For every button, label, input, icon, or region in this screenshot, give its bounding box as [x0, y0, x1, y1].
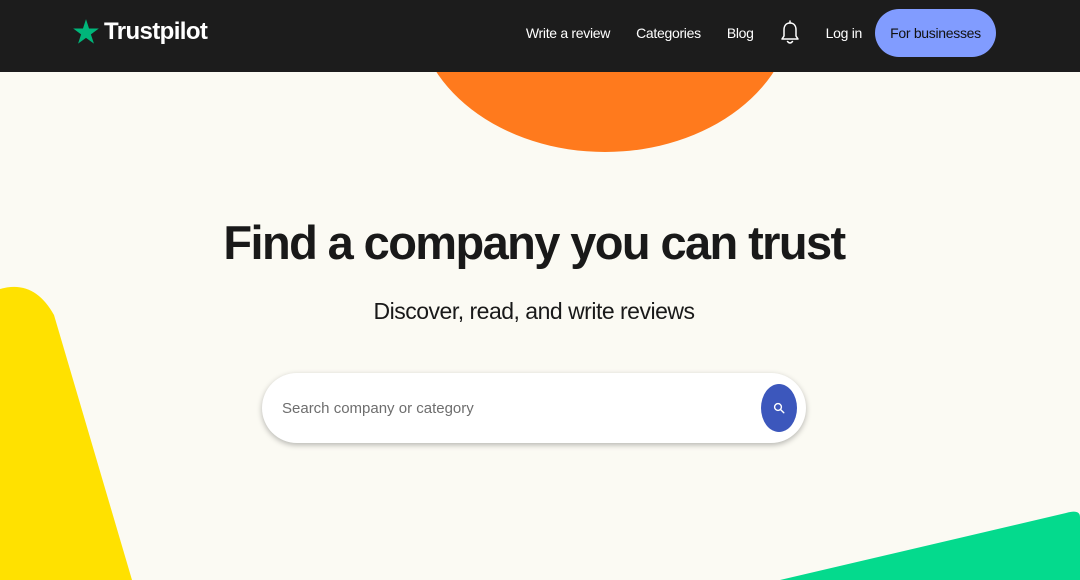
brand-name: Trustpilot: [104, 18, 208, 45]
search-input[interactable]: [262, 373, 761, 443]
hero-subtitle: Discover, read, and write reviews: [373, 298, 695, 324]
search-button[interactable]: [761, 384, 797, 432]
yellow-decorative-shape: [0, 286, 132, 580]
nav-categories[interactable]: Categories: [636, 25, 701, 41]
star-icon: [73, 19, 99, 44]
search-bar: [262, 373, 806, 443]
green-decorative-shape: [780, 511, 1080, 580]
nav-write-review[interactable]: Write a review: [526, 25, 611, 41]
trustpilot-logo[interactable]: Trustpilot: [72, 12, 208, 52]
top-navigation-bar: Trustpilot Write a review Categories Blo…: [0, 0, 1080, 72]
for-businesses-button[interactable]: For businesses: [875, 9, 996, 57]
bell-icon: [780, 20, 799, 44]
page: Trustpilot Write a review Categories Blo…: [0, 0, 1080, 580]
hero-title: Find a company you can trust: [223, 216, 846, 269]
nav-login[interactable]: Log in: [826, 25, 863, 41]
main-nav: Write a review Categories Blog Log in Fo…: [526, 0, 996, 66]
nav-blog[interactable]: Blog: [727, 25, 754, 41]
search-icon: [773, 402, 785, 414]
notifications-button[interactable]: [780, 20, 800, 46]
